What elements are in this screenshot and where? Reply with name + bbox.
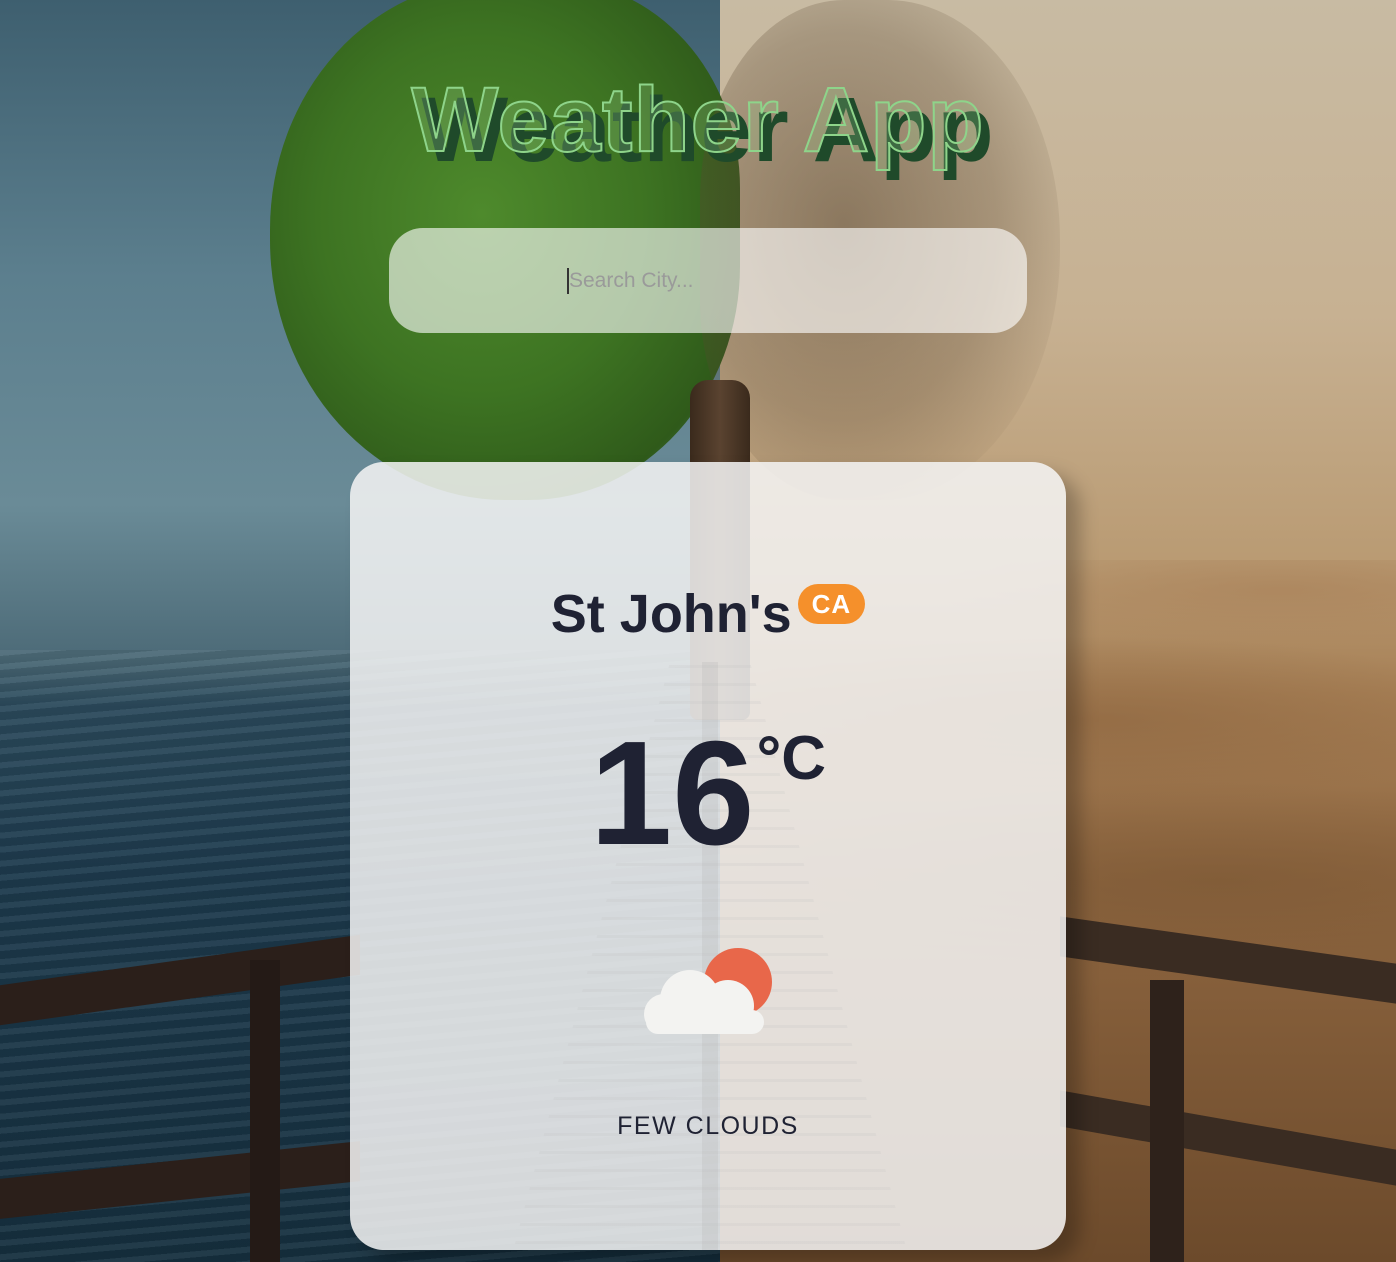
text-caret <box>567 268 569 294</box>
bridge-post-right <box>1150 980 1184 1262</box>
temperature-value: 16 <box>589 711 755 876</box>
bridge-post-left <box>250 960 280 1262</box>
weather-card: St John's CA 16°C FEW CLOUDS <box>350 462 1066 1250</box>
country-badge: CA <box>797 584 866 624</box>
search-input[interactable] <box>567 264 989 298</box>
weather-description: FEW CLOUDS <box>617 1112 799 1140</box>
temperature-row: 16°C <box>350 711 1066 876</box>
search-box[interactable] <box>389 228 1027 333</box>
location-row: St John's CA <box>350 582 1066 646</box>
temperature-unit: °C <box>756 724 827 793</box>
app-title: Weather App <box>410 69 985 171</box>
city-name: St John's <box>550 584 792 644</box>
few-clouds-day-icon <box>642 948 776 1040</box>
